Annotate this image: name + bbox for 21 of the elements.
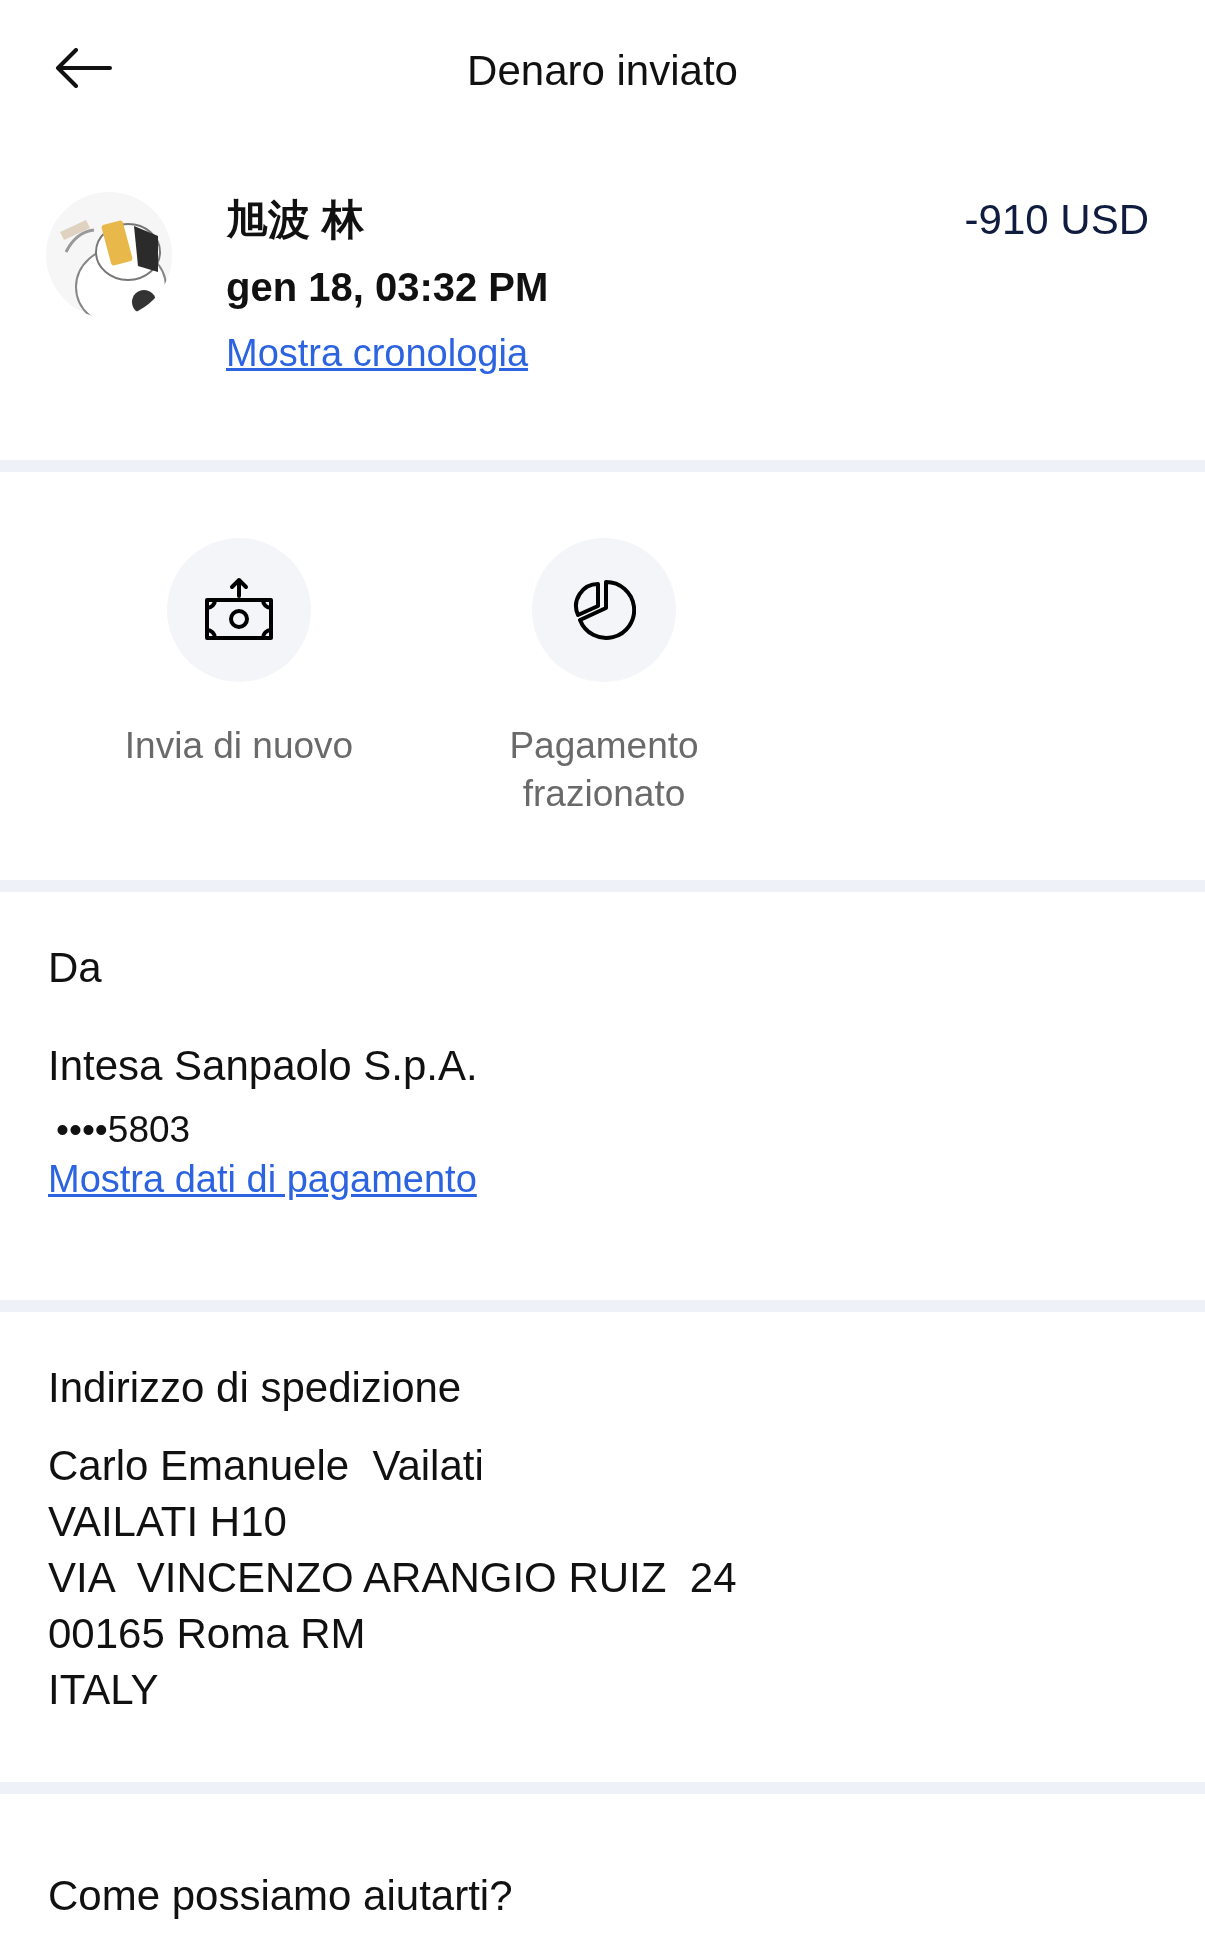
transaction-amount: -910 USD <box>964 195 1149 245</box>
payment-details-link[interactable]: Mostra dati di pagamento <box>48 1158 477 1201</box>
transaction-date: gen 18, 03:32 PM <box>226 264 550 311</box>
back-arrow-icon <box>54 48 112 88</box>
history-link[interactable]: Mostra cronologia <box>226 332 529 375</box>
account-number: ••••5803 <box>55 1108 191 1152</box>
bank-name: Intesa Sanpaolo S.p.A. <box>48 1041 478 1091</box>
page-title: Denaro inviato <box>467 47 738 95</box>
address-line: Carlo Emanuele Vailati <box>48 1441 485 1491</box>
back-button[interactable] <box>54 48 112 88</box>
pie-chart-icon <box>572 578 636 642</box>
section-heading: Indirizzo di spedizione <box>48 1363 462 1413</box>
action-label: Invia di nuovo <box>124 724 354 768</box>
address-line: VAILATI H10 <box>48 1497 288 1547</box>
action-label: Pagamento frazionato <box>508 724 700 816</box>
address-line: VIA VINCENZO ARANGIO RUIZ 24 <box>48 1553 737 1603</box>
address-line: ITALY <box>48 1665 160 1715</box>
recipient-name: 旭波 林 <box>226 195 365 245</box>
section-heading: Da <box>48 943 102 993</box>
section-heading: Come possiamo aiutarti? <box>48 1871 513 1921</box>
address-line: 00165 Roma RM <box>48 1609 367 1659</box>
